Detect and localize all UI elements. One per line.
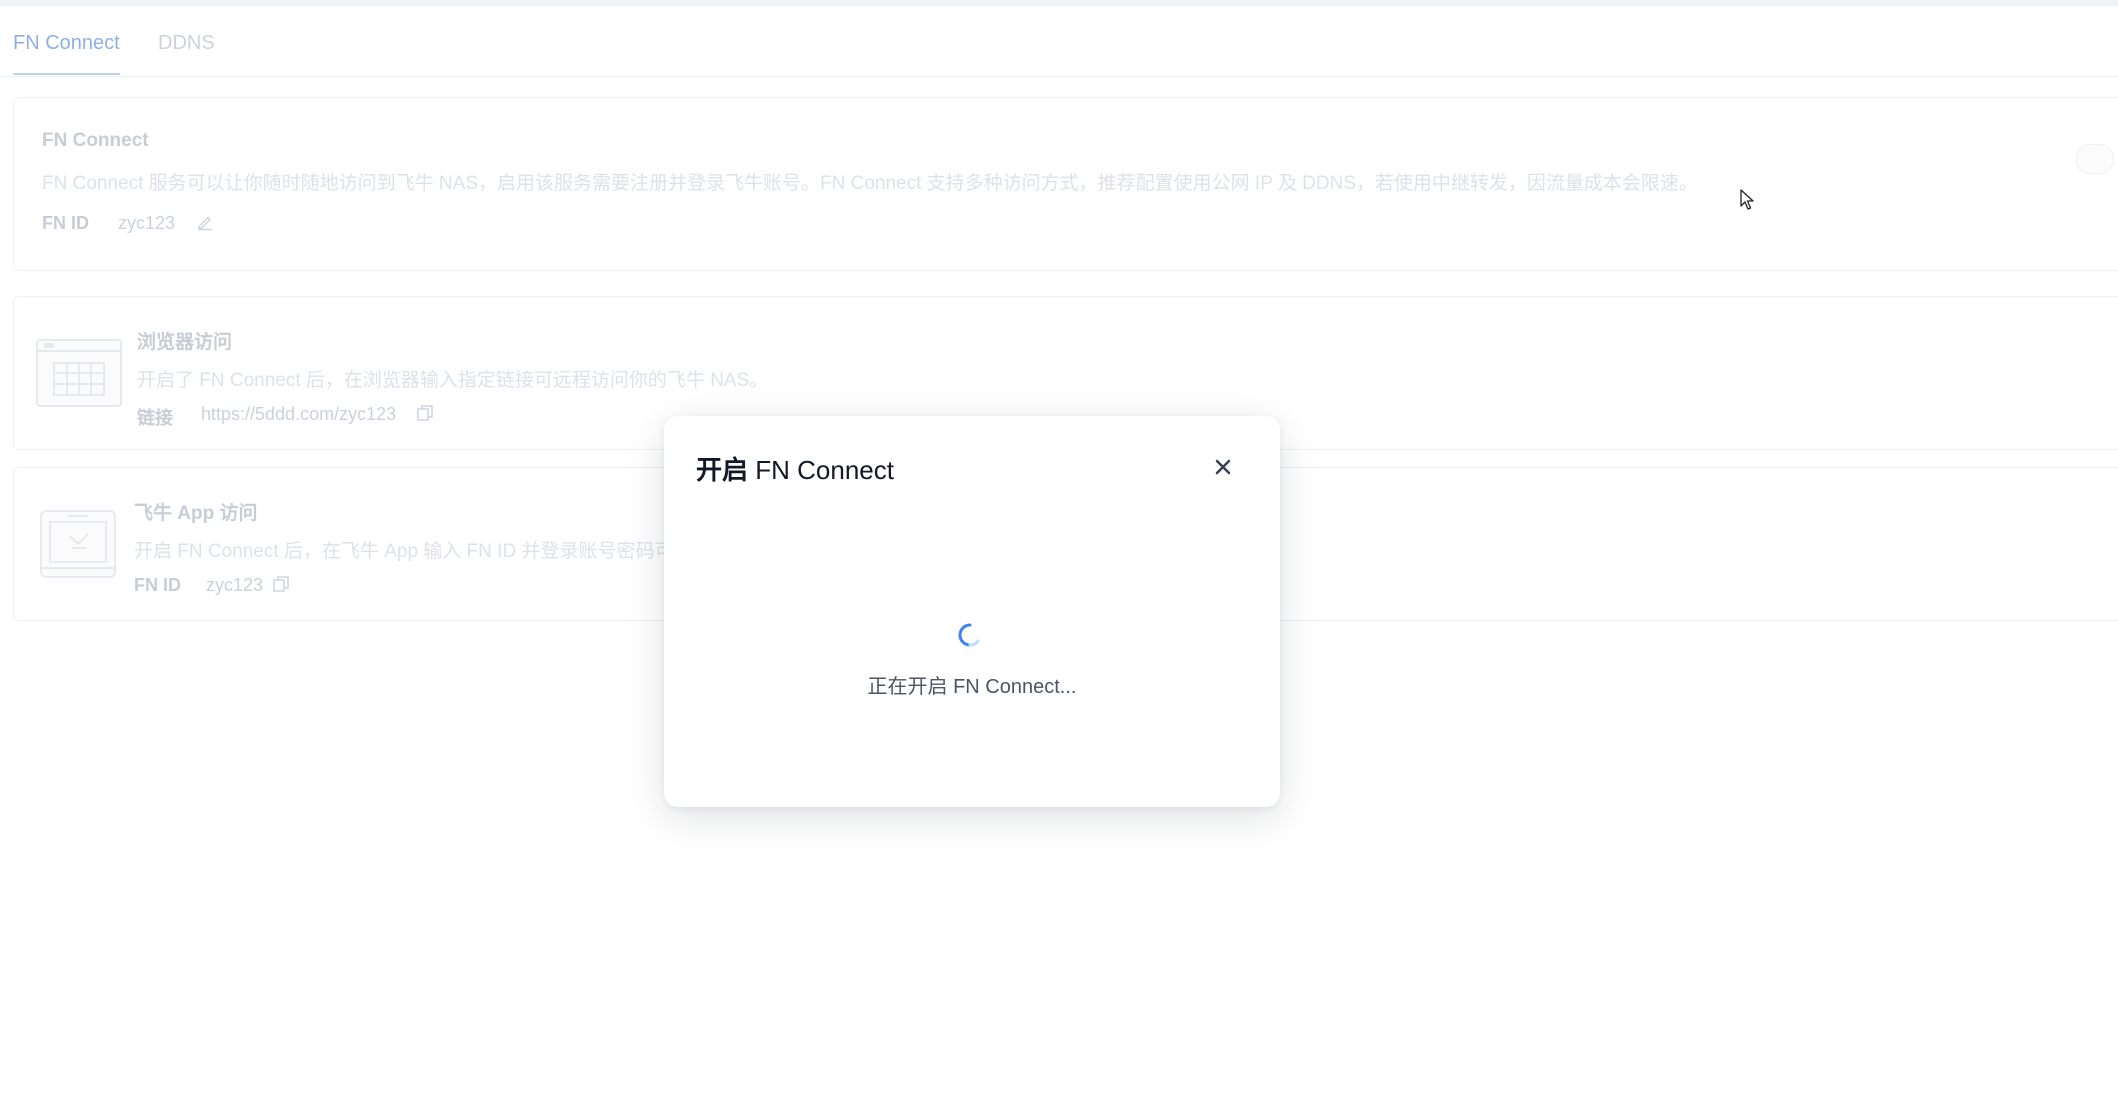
loading-spinner-icon	[956, 621, 984, 649]
dialog-title: 开启 FN Connect	[696, 455, 894, 485]
dialog-status-text: 正在开启 FN Connect...	[867, 676, 1077, 698]
enable-fn-connect-dialog: 开启 FN Connect 正在开启 FN Connect...	[664, 416, 1280, 807]
close-icon[interactable]	[1210, 454, 1236, 480]
